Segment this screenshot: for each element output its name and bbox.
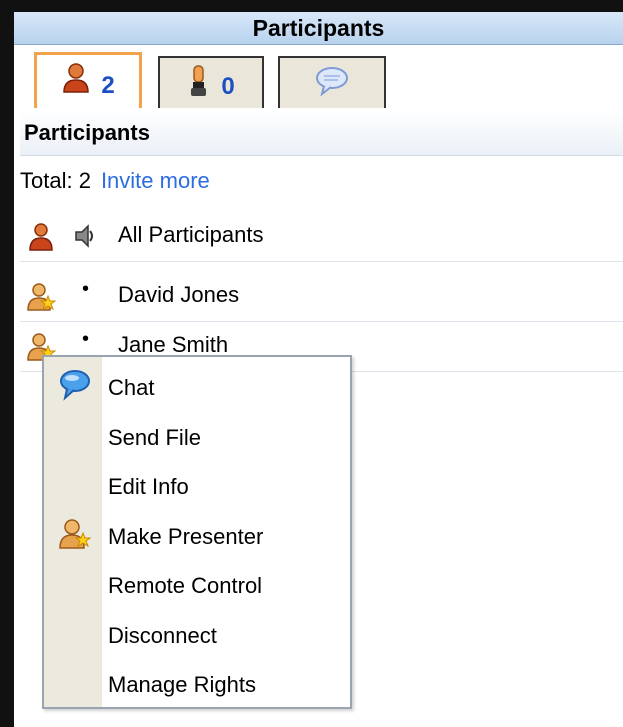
speaker-icon bbox=[70, 222, 98, 256]
tab-participants[interactable]: 2 bbox=[34, 52, 142, 108]
participant-group-icon bbox=[26, 222, 56, 258]
menu-item-label: Edit Info bbox=[108, 474, 189, 499]
menu-item-label: Send File bbox=[108, 425, 201, 450]
menu-item-label: Make Presenter bbox=[108, 524, 264, 549]
tab-chat[interactable] bbox=[278, 56, 386, 108]
menu-item-send-file[interactable]: Send File bbox=[44, 413, 350, 459]
section-header: Participants bbox=[20, 110, 623, 156]
tab-raised-hands[interactable]: 0 bbox=[158, 56, 264, 108]
tab-strip: 2 0 bbox=[20, 46, 623, 112]
panel-title: Participants bbox=[252, 14, 385, 41]
tab-raised-hands-count: 0 bbox=[221, 73, 235, 100]
participant-context-menu: Chat Send File Edit Info Make Presenter … bbox=[42, 355, 352, 709]
participant-row-all[interactable]: All Participants bbox=[20, 212, 623, 262]
menu-item-label: Manage Rights bbox=[108, 672, 256, 697]
menu-item-label: Disconnect bbox=[108, 623, 217, 648]
participant-status: • bbox=[82, 328, 90, 350]
tab-participants-count: 2 bbox=[101, 71, 115, 99]
chat-bubble-icon bbox=[58, 369, 92, 407]
invite-more-link[interactable]: Invite more bbox=[101, 168, 210, 194]
participant-summary: Total: 2 Invite more bbox=[20, 168, 210, 194]
menu-item-remote-control[interactable]: Remote Control bbox=[44, 561, 350, 607]
menu-item-make-presenter[interactable]: Make Presenter bbox=[44, 512, 350, 558]
section-title: Participants bbox=[24, 119, 150, 145]
presenter-icon bbox=[26, 282, 57, 318]
participant-name: All Participants bbox=[118, 222, 264, 247]
menu-item-label: Chat bbox=[108, 375, 155, 400]
menu-item-edit-info[interactable]: Edit Info bbox=[44, 462, 350, 508]
menu-item-manage-rights[interactable]: Manage Rights bbox=[44, 660, 350, 706]
participant-icon bbox=[61, 62, 91, 101]
menu-item-disconnect[interactable]: Disconnect bbox=[44, 611, 350, 657]
participant-name: David Jones bbox=[118, 282, 240, 307]
participant-row[interactable]: • David Jones bbox=[20, 272, 623, 322]
raised-hand-icon bbox=[187, 64, 211, 103]
panel-title-bar: Participants bbox=[14, 12, 623, 45]
chat-bubble-icon bbox=[314, 66, 350, 101]
participant-status: • bbox=[82, 278, 90, 300]
total-count: Total: 2 bbox=[20, 168, 91, 193]
menu-item-label: Remote Control bbox=[108, 573, 263, 598]
presenter-icon bbox=[58, 518, 92, 556]
menu-item-chat[interactable]: Chat bbox=[44, 363, 350, 409]
